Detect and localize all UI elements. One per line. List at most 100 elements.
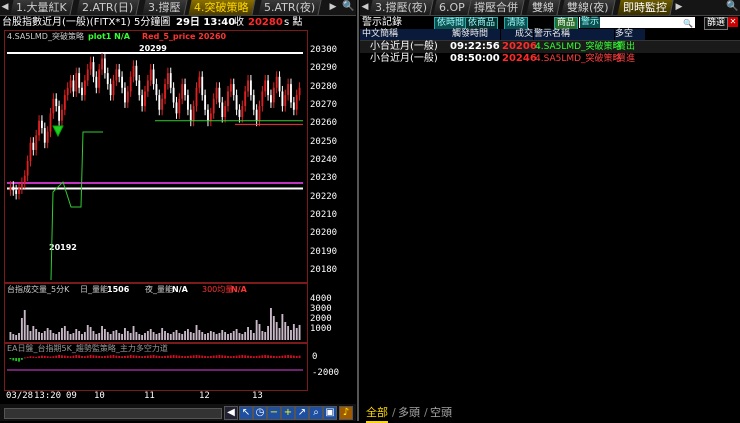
candle-body [267,80,270,96]
zoom-icon[interactable]: ⌕ [309,406,323,420]
volume-bar [144,333,146,340]
candle-body [132,65,135,77]
right-tab-scroll-left-icon[interactable]: ◀ [360,1,370,14]
indicator-bar [232,355,235,358]
candle-body [155,84,158,96]
tab-all[interactable]: 全部 [366,404,388,423]
volume-bar [135,332,138,340]
volume-bar [126,331,129,340]
indicator-bar [101,356,103,358]
x-axis-tick: 12 [199,391,210,401]
candle-body [264,80,267,92]
indicator-bar [124,355,126,358]
search-icon[interactable]: 🔍 [342,1,354,13]
volume-bar [43,331,46,340]
column-header-name[interactable]: 中文簡稱 [360,29,440,40]
filter-button[interactable]: 篩選 [704,17,729,30]
tab-volume-redk[interactable]: 1.大量紅K [10,0,74,15]
right-arrow-icon[interactable]: ↖ [239,406,253,420]
table-row[interactable]: 小台近月(一般) 08:50:00 20246 4.SA5LMD_突破策略 買進 [360,53,740,65]
cursor-icon[interactable]: ↗ [295,406,309,420]
volume-bar [278,328,281,340]
close-icon[interactable]: ✕ [728,17,738,27]
candle-body [52,98,55,114]
tab-atr-night[interactable]: 5.ATR(夜) [258,0,322,15]
tab-scroll-left-icon[interactable]: ◀ [0,1,10,14]
indicator-bar [66,355,69,358]
candlestick-chart[interactable] [5,42,305,280]
candle-body [209,113,212,121]
indicator-y-tick: 0 [312,352,318,362]
chart-scrollbar[interactable] [4,408,222,419]
volume-bar [172,332,175,340]
indicator-bar [229,356,232,358]
table-row[interactable]: 小台近月(一般) 09:22:56 20206 4.SA5LMD_突破策略 賣出 [360,41,740,53]
volume-bar [40,333,43,340]
column-header-side[interactable]: 多空 [615,29,645,40]
bell-icon[interactable]: ♪ [339,406,353,420]
tab-dual-line[interactable]: 雙線 [526,0,561,15]
tab-atr-day[interactable]: 2.ATR(日) [76,0,140,15]
volume-bar [38,332,40,340]
alert-search-input[interactable]: 警示 🔍 [579,17,695,28]
volume-bar [61,328,63,340]
volume-day-label: 日_量能 [80,285,108,294]
volume-bar [35,329,38,340]
candle-body [215,87,218,99]
indicator-bar [241,355,244,358]
column-header-price[interactable]: 成交 [501,29,533,40]
interval-label[interactable]: 5分鐘圖 [134,16,170,29]
volume-y-tick: 1000 [310,324,332,334]
candle-body [135,65,138,81]
right-tab-bar: ◀ 3.撐壓(夜) 6.OP 撐壓合併 雙線 雙線(夜) 即時監控 ▶ 🔍 [360,0,740,16]
volume-bar [98,333,101,340]
volume-bar [26,325,29,340]
volume-bar [101,326,103,340]
tab-dual-line-night[interactable]: 雙線(夜) [561,0,616,15]
candle-body [169,73,172,88]
clock-icon[interactable]: ◷ [253,406,267,420]
panel-divider[interactable] [357,0,359,421]
symbol-name[interactable]: 台股指數近月(一般)(FITX*1) [2,16,131,29]
candle-body [201,76,204,96]
tab-sr-merge[interactable]: 撐壓合併 [468,0,525,15]
alert-search-icon[interactable]: 🔍 [683,17,693,30]
candle-body [29,142,32,161]
volume-bar [235,329,238,340]
indicator-bar [15,358,18,361]
volume-bar [290,330,292,340]
right-search-icon[interactable]: 🔍 [726,1,738,13]
candle-body [23,175,26,183]
tab-short[interactable]: 空頭 [430,404,452,421]
indicator-bar [12,358,15,361]
row-price: 20246 [502,53,537,64]
column-header-time[interactable]: 觸發時間 [440,29,500,40]
row-side: 賣出 [617,42,636,52]
price-y-tick: 20220 [310,191,338,202]
tab-scroll-right-icon[interactable]: ▶ [328,1,338,14]
tab-options[interactable]: 6.OP [433,0,472,15]
volume-bar [284,322,287,340]
candle-body [298,87,301,96]
tab-breakout-strategy[interactable]: 4.突破策略 [188,0,256,15]
fit-icon[interactable]: ▣ [323,406,337,420]
indicator-bar [72,355,75,358]
tab-support-resistance[interactable]: 3.撐壓 [142,0,188,15]
indicator-bar [92,355,95,358]
indicator-bar [106,355,109,358]
tab-long[interactable]: 多頭 [398,404,420,421]
candle-body [12,186,15,191]
right-tab-scroll-right-icon[interactable]: ▶ [674,1,684,14]
tab-sr-night[interactable]: 3.撐壓(夜) [369,0,434,15]
volume-bar [109,334,112,340]
plus-icon[interactable]: + [281,406,295,420]
tab-realtime-monitor[interactable]: 即時監控 [617,0,674,15]
minus-icon[interactable]: − [267,406,281,420]
left-arrow-icon[interactable]: ◀ [224,406,238,420]
indicator-bar [189,355,192,358]
volume-y-tick: 4000 [310,294,332,304]
column-header-alert[interactable]: 警示名稱 [534,29,614,40]
candle-body [61,109,63,121]
volume-bar [181,334,184,340]
candle-body [192,106,195,121]
